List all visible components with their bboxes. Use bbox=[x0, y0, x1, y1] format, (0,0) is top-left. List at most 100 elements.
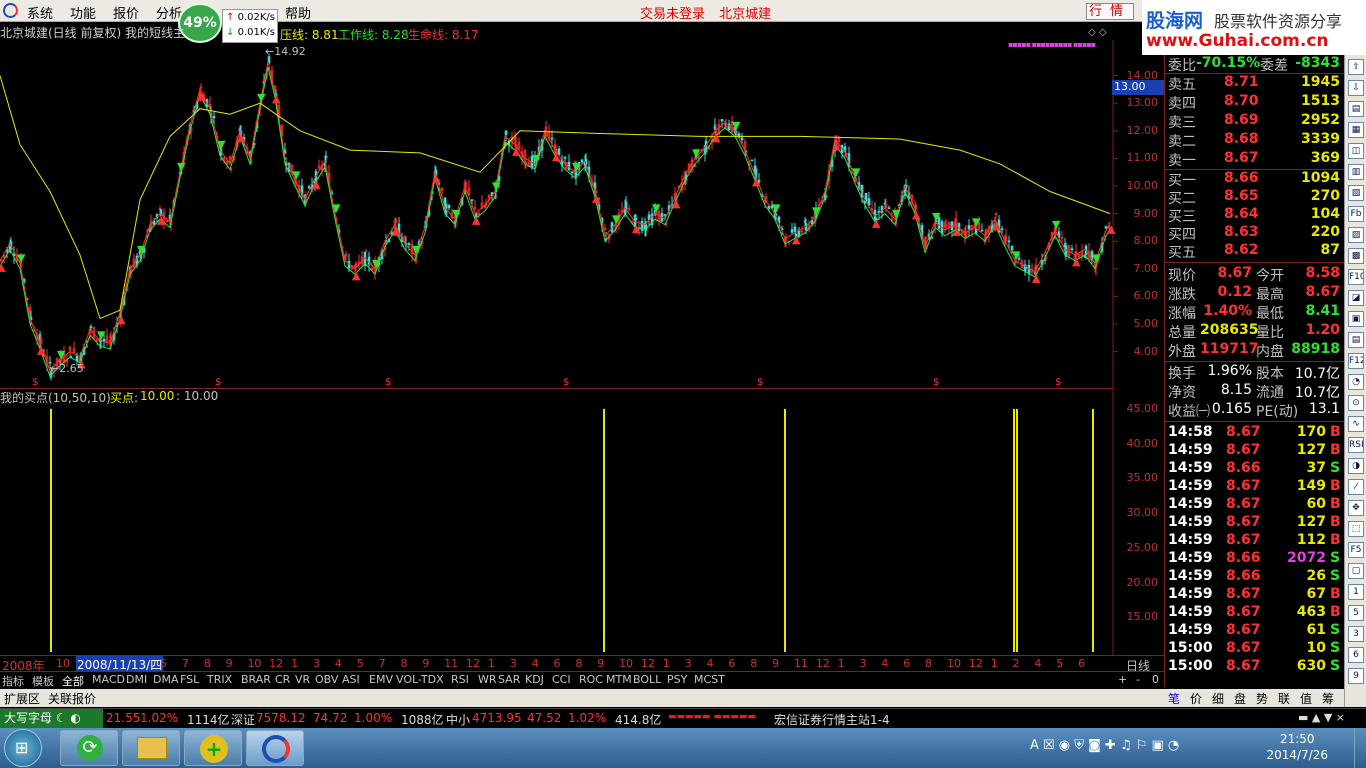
sell-arrow-icon: ▼ bbox=[492, 180, 501, 193]
right-tab[interactable]: 筹 bbox=[1322, 690, 1334, 707]
toolbar-icon[interactable]: ✥ bbox=[1348, 500, 1364, 516]
toolbar-icon[interactable]: ⁄ bbox=[1348, 479, 1364, 495]
toolbar-icon[interactable]: 9 bbox=[1348, 668, 1364, 684]
toolbar-icon[interactable]: ◑ bbox=[1348, 458, 1364, 474]
price-axis-label: 13.00 bbox=[1126, 96, 1159, 110]
indicator-tab[interactable]: ASI bbox=[342, 673, 360, 686]
toolbar-icon[interactable]: ⇧ bbox=[1348, 59, 1364, 75]
menu-system[interactable]: 系统 bbox=[27, 3, 53, 22]
ext-tab-related[interactable]: 关联报价 bbox=[48, 690, 96, 707]
show-desktop-button[interactable] bbox=[1354, 728, 1366, 768]
indicator-tab[interactable]: CCI bbox=[552, 673, 571, 686]
toolbar-icon[interactable]: RSI bbox=[1348, 437, 1364, 453]
toolbar-icon[interactable]: ▨ bbox=[1348, 227, 1364, 243]
tick-volume: 127 bbox=[1296, 514, 1326, 530]
right-tab[interactable]: 值 bbox=[1300, 690, 1312, 707]
toolbar-icon[interactable]: Fb bbox=[1348, 206, 1364, 222]
toolbar-icon[interactable]: ⊙ bbox=[1348, 395, 1364, 411]
toolbar-icon[interactable]: ◔ bbox=[1348, 374, 1364, 390]
toolbar-icon[interactable]: ◫ bbox=[1348, 143, 1364, 159]
server-name[interactable]: 宏信证券行情主站1-4 bbox=[774, 711, 890, 728]
tray-clock[interactable]: 21:50 2014/7/26 bbox=[1266, 731, 1328, 763]
start-button[interactable]: ⊞ bbox=[4, 729, 42, 767]
taskbar-app-stock[interactable]: + bbox=[184, 730, 242, 766]
toolbar-icon[interactable]: ▩ bbox=[1348, 248, 1364, 264]
toolbar-icon[interactable]: ▤ bbox=[1348, 101, 1364, 117]
candle-body bbox=[307, 186, 311, 189]
indicator-tab[interactable]: DMA bbox=[153, 673, 179, 686]
right-tab[interactable]: 联 bbox=[1278, 690, 1290, 707]
toolbar-icon[interactable]: ⬚ bbox=[1348, 521, 1364, 537]
toolbar-icon[interactable]: ▦ bbox=[1348, 122, 1364, 138]
ext-tab-area[interactable]: 扩展区 bbox=[4, 690, 40, 707]
toolbar-icon[interactable]: ⇩ bbox=[1348, 80, 1364, 96]
candlestick-chart[interactable]: ▲ ▼ ▲ ▼ ▲ ▼ ▲ ▼ ▲ ▼ ▲ ▼ ▲ ▼ ▲ ▼ ▲ ▼ ▲ ▼ ▲ ▼ ▲ ▼ ▲ ▼ ▲ ▼ ▲ ▼ ▲ ▼ ▲ ▼ ▲ ▼ ▲ ▼ ▲ ▼… bbox=[0, 40, 1164, 670]
right-tab[interactable]: 笔 bbox=[1168, 690, 1180, 707]
right-tab[interactable]: 盘 bbox=[1234, 690, 1246, 707]
toolbar-icon[interactable]: F10 bbox=[1348, 269, 1364, 285]
right-tab[interactable]: 势 bbox=[1256, 690, 1268, 707]
indicator-tab[interactable]: VR bbox=[295, 673, 310, 686]
taskbar-app-browser[interactable]: ⟳ bbox=[60, 730, 118, 766]
indicator-tab[interactable]: VOL-TDX bbox=[396, 673, 444, 686]
indicator-tab[interactable]: BOLL bbox=[633, 673, 661, 686]
indicator-tab[interactable]: KDJ bbox=[525, 673, 544, 686]
buy-signal-bar bbox=[603, 408, 605, 652]
indicator-tab[interactable]: CR bbox=[275, 673, 290, 686]
tray-icons[interactable]: A ☒ ◉ ⛨ ◙ ✚ ♫ ⚐ ▣ ◔ bbox=[1030, 738, 1179, 753]
taskbar-app-explorer[interactable] bbox=[122, 730, 180, 766]
toolbar-icon[interactable]: ▣ bbox=[1348, 311, 1364, 327]
zoom-in-button[interactable]: + bbox=[1118, 673, 1127, 686]
candle-body bbox=[980, 230, 984, 232]
indicator-tab[interactable]: MACD bbox=[92, 673, 125, 686]
stat-value: 119717 bbox=[1200, 341, 1259, 357]
toolbar-icon[interactable]: ∿ bbox=[1348, 416, 1364, 432]
indicator-tab[interactable]: 全部 bbox=[62, 673, 84, 689]
quote-button[interactable]: 行情 bbox=[1086, 3, 1134, 20]
right-tab[interactable]: 细 bbox=[1212, 690, 1224, 707]
toolbar-icon[interactable]: ▧ bbox=[1348, 185, 1364, 201]
indicator-tab[interactable]: ROC bbox=[579, 673, 603, 686]
indicator-tab[interactable]: TRIX bbox=[207, 673, 232, 686]
timeline-label: 7 bbox=[378, 657, 386, 670]
buy-price: 8.64 bbox=[1224, 206, 1259, 222]
buy-arrow-icon: ▲ bbox=[392, 225, 401, 238]
menu-function[interactable]: 功能 bbox=[70, 3, 96, 22]
pane-count-button[interactable]: 0 bbox=[1152, 673, 1159, 686]
toolbar-icon[interactable]: ◪ bbox=[1348, 290, 1364, 306]
toolbar-icon[interactable]: F12 bbox=[1348, 353, 1364, 369]
indicator-tab[interactable]: 指标 bbox=[2, 673, 24, 689]
indicator-tab[interactable]: DMI bbox=[126, 673, 147, 686]
toolbar-icon[interactable]: ▤ bbox=[1348, 332, 1364, 348]
indicator-tab[interactable]: 模板 bbox=[32, 673, 54, 689]
indicator-tab[interactable]: MCST bbox=[694, 673, 725, 686]
indicator-tab[interactable]: FSL bbox=[180, 673, 199, 686]
buy-label: 买四 bbox=[1168, 227, 1196, 243]
toolbar-icon[interactable]: 3 bbox=[1348, 626, 1364, 642]
menu-help[interactable]: 帮助 bbox=[285, 3, 311, 22]
toolbar-icon[interactable]: ▢ bbox=[1348, 563, 1364, 579]
right-tab[interactable]: 价 bbox=[1190, 690, 1202, 707]
ime-indicator[interactable]: 大写字母 ☾ ◐ bbox=[0, 709, 103, 728]
indicator-tab[interactable]: BRAR bbox=[241, 673, 271, 686]
menu-quote[interactable]: 报价 bbox=[113, 3, 139, 22]
zoom-out-button[interactable]: - bbox=[1136, 673, 1140, 686]
ticker-controls-icon[interactable]: ▬ ▲ ▼ × bbox=[1298, 711, 1345, 724]
indicator-tab[interactable]: OBV bbox=[315, 673, 338, 686]
network-speed-widget[interactable]: 49% ↑ 0.02K/s ↓ 0.01K/s bbox=[178, 3, 278, 43]
indicator-tab[interactable]: MTM bbox=[606, 673, 632, 686]
guhai-banner[interactable]: 股海网 股票软件资源分享 www.Guhai.com.cn bbox=[1142, 0, 1366, 55]
indicator-tab[interactable]: EMV bbox=[369, 673, 393, 686]
chart-options-icon[interactable]: ◇ ◇ bbox=[1088, 27, 1107, 38]
indicator-tab[interactable]: WR bbox=[478, 673, 497, 686]
toolbar-icon[interactable]: 6 bbox=[1348, 647, 1364, 663]
toolbar-icon[interactable]: 5 bbox=[1348, 605, 1364, 621]
taskbar-app-tdx[interactable] bbox=[246, 730, 304, 766]
trade-status[interactable]: 交易未登录 bbox=[640, 7, 705, 22]
toolbar-icon[interactable]: 1 bbox=[1348, 584, 1364, 600]
indicator-tab[interactable]: SAR bbox=[498, 673, 520, 686]
toolbar-icon[interactable]: F5 bbox=[1348, 542, 1364, 558]
toolbar-icon[interactable]: ▥ bbox=[1348, 164, 1364, 180]
indicator-tab[interactable]: RSI bbox=[451, 673, 469, 686]
indicator-tab[interactable]: PSY bbox=[667, 673, 687, 686]
